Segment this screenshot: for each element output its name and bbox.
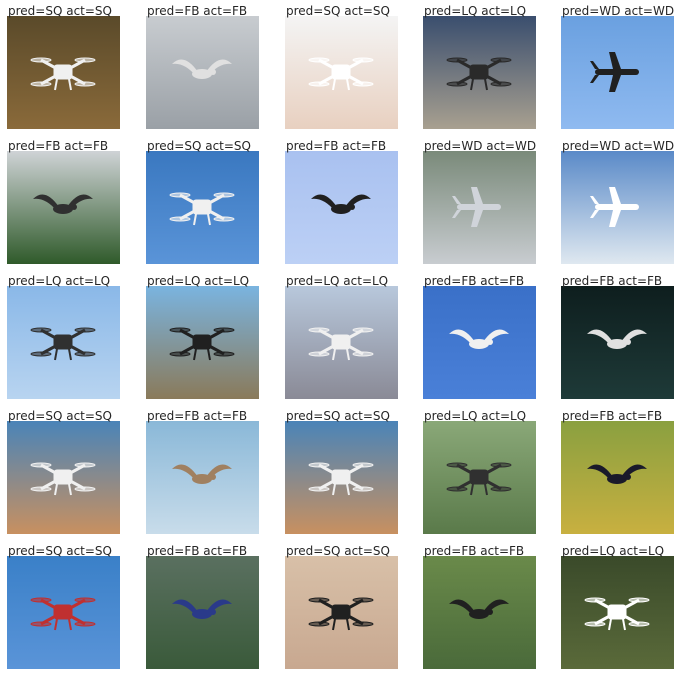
prediction-caption: pred=LQ act=LQ xyxy=(562,544,665,558)
thumbnail-image xyxy=(561,16,674,129)
grid-cell: pred=FB act=FB xyxy=(146,544,259,669)
prediction-caption: pred=SQ act=SQ xyxy=(8,4,112,18)
prediction-caption: pred=WD act=WD xyxy=(562,139,675,153)
prediction-caption: pred=FB act=FB xyxy=(286,139,387,153)
thumbnail-image xyxy=(146,421,259,534)
grid-cell: pred=FB act=FB xyxy=(561,409,674,534)
prediction-caption: pred=FB act=FB xyxy=(562,409,663,423)
thumbnail-image xyxy=(423,421,536,534)
thumbnail-image xyxy=(423,286,536,399)
prediction-caption: pred=LQ act=LQ xyxy=(286,274,389,288)
grid-cell: pred=SQ act=SQ xyxy=(285,4,398,129)
thumbnail-image xyxy=(146,286,259,399)
prediction-caption: pred=WD act=WD xyxy=(424,139,537,153)
prediction-caption: pred=LQ act=LQ xyxy=(8,274,111,288)
prediction-caption: pred=FB act=FB xyxy=(8,139,109,153)
prediction-caption: pred=WD act=WD xyxy=(562,4,675,18)
thumbnail-image xyxy=(561,556,674,669)
thumbnail-image xyxy=(561,151,674,264)
thumbnail-image xyxy=(561,421,674,534)
grid-cell: pred=LQ act=LQ xyxy=(146,274,259,399)
grid-cell: pred=SQ act=SQ xyxy=(7,544,120,669)
thumbnail-image xyxy=(146,556,259,669)
grid-cell: pred=SQ act=SQ xyxy=(7,409,120,534)
grid-cell: pred=FB act=FB xyxy=(423,544,536,669)
thumbnail-image xyxy=(7,286,120,399)
prediction-caption: pred=FB act=FB xyxy=(424,274,525,288)
grid-cell: pred=LQ act=LQ xyxy=(7,274,120,399)
grid-cell: pred=LQ act=LQ xyxy=(423,4,536,129)
thumbnail-image xyxy=(423,16,536,129)
thumbnail-image xyxy=(285,286,398,399)
thumbnail-image xyxy=(285,556,398,669)
prediction-caption: pred=SQ act=SQ xyxy=(286,544,390,558)
grid-cell: pred=LQ act=LQ xyxy=(561,544,674,669)
grid-cell: pred=LQ act=LQ xyxy=(423,409,536,534)
grid-cell: pred=WD act=WD xyxy=(561,4,674,129)
grid-cell: pred=SQ act=SQ xyxy=(285,409,398,534)
grid-cell: pred=FB act=FB xyxy=(146,409,259,534)
prediction-caption: pred=SQ act=SQ xyxy=(8,409,112,423)
thumbnail-image xyxy=(7,151,120,264)
thumbnail-image xyxy=(423,151,536,264)
thumbnail-image xyxy=(285,16,398,129)
prediction-caption: pred=FB act=FB xyxy=(562,274,663,288)
thumbnail-image xyxy=(423,556,536,669)
prediction-caption: pred=FB act=FB xyxy=(147,409,248,423)
thumbnail-image xyxy=(285,421,398,534)
prediction-grid: pred=SQ act=SQ pred=FB act=FB pred=SQ ac… xyxy=(0,0,682,676)
prediction-caption: pred=SQ act=SQ xyxy=(147,139,251,153)
grid-cell: pred=WD act=WD xyxy=(423,139,536,264)
grid-cell: pred=WD act=WD xyxy=(561,139,674,264)
prediction-caption: pred=FB act=FB xyxy=(147,544,248,558)
prediction-caption: pred=LQ act=LQ xyxy=(424,4,527,18)
grid-cell: pred=SQ act=SQ xyxy=(285,544,398,669)
grid-cell: pred=FB act=FB xyxy=(146,4,259,129)
prediction-caption: pred=SQ act=SQ xyxy=(286,4,390,18)
prediction-caption: pred=SQ act=SQ xyxy=(8,544,112,558)
thumbnail-image xyxy=(561,286,674,399)
prediction-caption: pred=FB act=FB xyxy=(424,544,525,558)
thumbnail-image xyxy=(7,421,120,534)
prediction-caption: pred=LQ act=LQ xyxy=(147,274,250,288)
thumbnail-image xyxy=(7,556,120,669)
prediction-caption: pred=SQ act=SQ xyxy=(286,409,390,423)
prediction-caption: pred=FB act=FB xyxy=(147,4,248,18)
thumbnail-image xyxy=(285,151,398,264)
grid-cell: pred=LQ act=LQ xyxy=(285,274,398,399)
grid-cell: pred=SQ act=SQ xyxy=(7,4,120,129)
grid-cell: pred=FB act=FB xyxy=(285,139,398,264)
thumbnail-image xyxy=(7,16,120,129)
grid-cell: pred=SQ act=SQ xyxy=(146,139,259,264)
thumbnail-image xyxy=(146,16,259,129)
grid-cell: pred=FB act=FB xyxy=(423,274,536,399)
prediction-caption: pred=LQ act=LQ xyxy=(424,409,527,423)
grid-cell: pred=FB act=FB xyxy=(561,274,674,399)
thumbnail-image xyxy=(146,151,259,264)
grid-cell: pred=FB act=FB xyxy=(7,139,120,264)
